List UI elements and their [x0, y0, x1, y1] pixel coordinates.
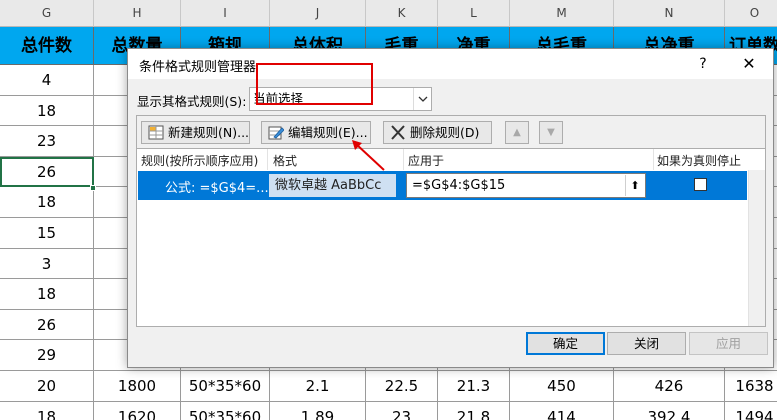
- dialog-title: 条件格式规则管理器: [139, 60, 257, 75]
- table-cell[interactable]: 426: [614, 371, 725, 402]
- annotation-highlight-box: [256, 63, 373, 105]
- column-header-g[interactable]: G: [0, 0, 94, 27]
- rule-row[interactable]: 公式: =$G$4=... 微软卓越 AaBbCc =$G$4:$G$15 ⬆: [138, 171, 747, 200]
- column-header-m[interactable]: M: [510, 0, 614, 27]
- apply-button[interactable]: 应用: [689, 332, 768, 355]
- chevron-down-icon[interactable]: [413, 88, 431, 110]
- column-header-j[interactable]: J: [270, 0, 366, 27]
- table-cell[interactable]: 20: [0, 371, 94, 402]
- delete-rule-label: 删除规则(D): [410, 125, 480, 140]
- table-cell[interactable]: 1494: [725, 401, 777, 420]
- column-divider: [653, 149, 654, 170]
- column-header-o[interactable]: O: [725, 0, 777, 27]
- table-cell[interactable]: 1800: [94, 371, 181, 402]
- new-rule-label: 新建规则(N)...: [168, 125, 250, 140]
- column-header-i[interactable]: I: [181, 0, 270, 27]
- delete-rule-button[interactable]: 删除规则(D): [383, 121, 492, 144]
- new-rule-button[interactable]: 新建规则(N)...: [141, 121, 250, 144]
- column-header-k[interactable]: K: [366, 0, 438, 27]
- table-cell[interactable]: 50*35*60: [181, 371, 270, 402]
- table-cell[interactable]: 21.3: [438, 371, 510, 402]
- table-cell[interactable]: 414: [510, 401, 614, 420]
- table-cell[interactable]: 1.89: [270, 401, 366, 420]
- table-cell[interactable]: 29: [0, 340, 94, 371]
- table-cell[interactable]: 22.5: [366, 371, 438, 402]
- stop-if-true-checkbox[interactable]: [694, 178, 707, 191]
- show-rules-label: 显示其格式规则(S):: [137, 94, 247, 109]
- applies-to-column-header: 应用于: [408, 154, 445, 168]
- rule-column-header: 规则(按所示顺序应用): [141, 154, 259, 168]
- close-button[interactable]: 关闭: [607, 332, 686, 355]
- table-cell[interactable]: 26: [0, 309, 94, 341]
- edit-rule-icon: [268, 126, 284, 140]
- table-cell[interactable]: 50*35*60: [181, 401, 270, 420]
- table-cell[interactable]: 18: [0, 279, 94, 310]
- stop-if-true-column-header: 如果为真则停止: [657, 154, 742, 168]
- rules-list-scrollbar[interactable]: [748, 170, 765, 326]
- rules-toolbar: 新建规则(N)... 编辑规则(E)... 删除规则(D) ▲ ▼: [137, 116, 765, 149]
- collapse-range-icon[interactable]: ⬆: [625, 175, 644, 196]
- rule-name: 公式: =$G$4=...: [165, 181, 269, 196]
- dialog-titlebar: 条件格式规则管理器 ? ✕: [128, 49, 773, 79]
- format-preview: 微软卓越 AaBbCc: [269, 174, 396, 197]
- column-header-n[interactable]: N: [614, 0, 725, 27]
- move-up-button[interactable]: ▲: [505, 121, 529, 144]
- applies-to-value: =$G$4:$G$15: [412, 178, 506, 193]
- table-cell[interactable]: 21.8: [438, 401, 510, 420]
- table-cell[interactable]: 18: [0, 187, 94, 218]
- column-divider: [403, 149, 404, 170]
- table-cell[interactable]: 2.1: [270, 371, 366, 402]
- table-cell[interactable]: 3: [0, 248, 94, 280]
- table-cell[interactable]: 26: [0, 156, 94, 188]
- delete-icon: [391, 125, 405, 140]
- move-down-button[interactable]: ▼: [539, 121, 563, 144]
- column-divider: [267, 149, 268, 170]
- conditional-format-manager-dialog: 条件格式规则管理器 ? ✕ 显示其格式规则(S): 当前选择 新建规则(N)..…: [127, 48, 774, 368]
- table-header-cell[interactable]: 总件数: [0, 27, 94, 65]
- help-button[interactable]: ?: [689, 52, 717, 76]
- close-icon[interactable]: ✕: [735, 52, 763, 76]
- table-cell[interactable]: 450: [510, 371, 614, 402]
- applies-to-input[interactable]: =$G$4:$G$15 ⬆: [406, 173, 646, 198]
- ok-button[interactable]: 确定: [526, 332, 605, 355]
- new-rule-icon: [148, 125, 164, 140]
- table-cell[interactable]: 15: [0, 218, 94, 249]
- rules-panel: 新建规则(N)... 编辑规则(E)... 删除规则(D) ▲ ▼ 规则(按所示…: [136, 115, 766, 327]
- rules-list-header: 规则(按所示顺序应用) 格式 应用于 如果为真则停止: [137, 149, 765, 170]
- table-cell[interactable]: 1638: [725, 371, 777, 402]
- table-cell[interactable]: 18: [0, 401, 94, 420]
- column-header-l[interactable]: L: [438, 0, 510, 27]
- table-cell[interactable]: 4: [0, 65, 94, 96]
- table-cell[interactable]: 18: [0, 95, 94, 127]
- column-header-h[interactable]: H: [94, 0, 181, 27]
- table-cell[interactable]: 392.4: [614, 401, 725, 420]
- fill-handle[interactable]: [90, 185, 96, 191]
- table-cell[interactable]: 23: [0, 126, 94, 157]
- annotation-arrow-icon: [352, 140, 385, 171]
- format-column-header: 格式: [273, 154, 298, 168]
- table-cell[interactable]: 1620: [94, 401, 181, 420]
- table-cell[interactable]: 23: [366, 401, 438, 420]
